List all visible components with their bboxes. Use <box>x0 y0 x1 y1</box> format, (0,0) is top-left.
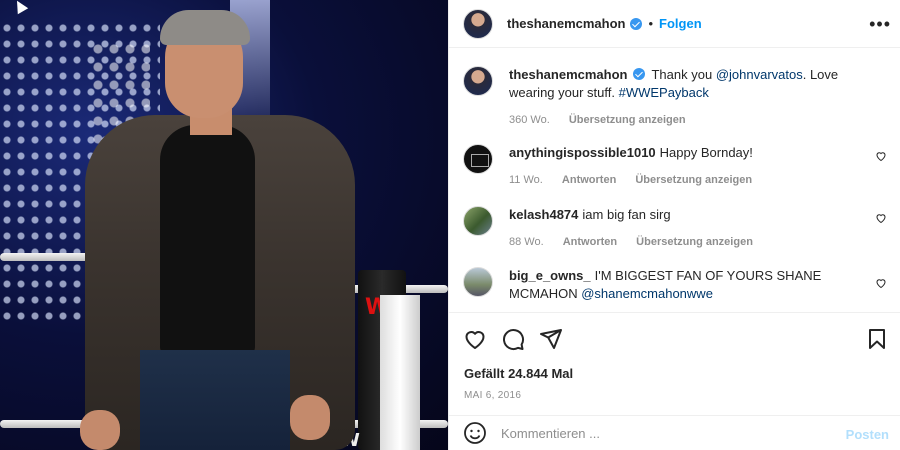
commenter-avatar[interactable] <box>463 206 493 236</box>
reply-link[interactable]: Antworten <box>563 236 617 248</box>
like-comment-heart-icon[interactable] <box>875 212 887 224</box>
comment-item: kelash4874 iam big fan sirg 88 Wo. Antwor… <box>463 206 887 251</box>
author-avatar[interactable] <box>463 8 493 39</box>
verified-badge-icon <box>633 68 646 80</box>
verified-badge-icon <box>630 17 643 30</box>
comment-text: iam big fan sirg <box>582 207 671 222</box>
comment-age: 11 Wo. <box>509 174 543 186</box>
follow-button[interactable]: Folgen <box>659 16 702 31</box>
post-header: theshanemcmahon • Folgen ••• <box>449 0 900 48</box>
comment-username[interactable]: anythingispossible1010 <box>509 145 656 160</box>
more-options-icon[interactable]: ••• <box>869 14 891 35</box>
share-paper-plane-icon[interactable] <box>539 327 563 351</box>
separator-dot: • <box>648 16 654 31</box>
post-sidebar: theshanemcmahon • Folgen ••• theshanemcm… <box>448 0 900 450</box>
comment-age: 88 Wo. <box>509 236 544 248</box>
comment-text: Happy Bornday! <box>659 145 753 160</box>
caption-username[interactable]: theshanemcmahon <box>509 67 627 82</box>
comment-item: big_e_owns_ I'M BIGGEST FAN OF YOURS SHAN… <box>463 267 887 303</box>
author-username[interactable]: theshanemcmahon <box>507 16 625 31</box>
commenter-avatar[interactable] <box>463 144 493 174</box>
translate-link[interactable]: Übersetzung anzeigen <box>636 236 753 248</box>
like-comment-heart-icon[interactable] <box>875 277 887 289</box>
comment-list: theshanemcmahon Thank you @johnvarvatos. … <box>449 48 900 310</box>
comment-composer: Posten <box>449 415 900 450</box>
caption-text: Thank you <box>651 67 716 82</box>
comment-username[interactable]: kelash4874 <box>509 207 578 222</box>
post-actions: Gefällt 24.844 Mal MAI 6, 2016 <box>449 312 900 412</box>
save-bookmark-icon[interactable] <box>865 327 889 351</box>
translate-link[interactable]: Übersetzung anzeigen <box>635 174 752 186</box>
commenter-avatar[interactable] <box>463 267 493 297</box>
comment-mention-link[interactable]: @shanemcmahonwwe <box>581 286 713 301</box>
like-count[interactable]: Gefällt 24.844 Mal <box>464 366 573 381</box>
caption-age: 360 Wo. <box>509 114 550 126</box>
translate-link[interactable]: Übersetzung anzeigen <box>569 114 686 126</box>
post-photo[interactable]: W W <box>0 0 448 450</box>
like-comment-heart-icon[interactable] <box>875 150 887 162</box>
comment-input[interactable] <box>501 425 831 441</box>
mouse-cursor-icon <box>11 0 29 15</box>
caption-avatar[interactable] <box>463 66 493 96</box>
reply-link[interactable]: Antworten <box>562 174 616 186</box>
post-comment-button[interactable]: Posten <box>846 427 889 442</box>
like-heart-icon[interactable] <box>463 327 487 351</box>
emoji-icon[interactable] <box>463 421 487 445</box>
post-date: MAI 6, 2016 <box>464 390 522 401</box>
caption-hashtag-link[interactable]: #WWEPayback <box>619 85 709 100</box>
instagram-post: W W theshanemcmahon • Folgen ••• <box>0 0 900 450</box>
turnbuckle-pad <box>380 295 420 450</box>
comment-username[interactable]: big_e_owns_ <box>509 268 591 283</box>
caption: theshanemcmahon Thank you @johnvarvatos. … <box>463 66 887 129</box>
comment-bubble-icon[interactable] <box>501 327 525 351</box>
caption-mention-link[interactable]: @johnvarvatos <box>716 67 803 82</box>
comment-item: anythingispossible1010 Happy Bornday! 11 … <box>463 144 887 189</box>
